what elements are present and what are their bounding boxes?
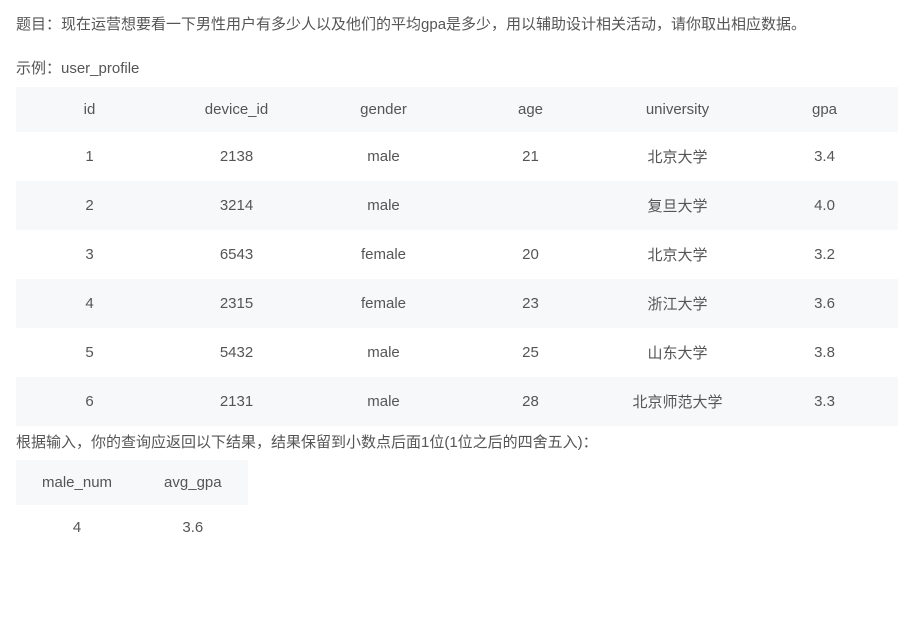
cell: 3 [16,230,163,279]
table-row: 2 3214 male 复旦大学 4.0 [16,181,898,230]
result-table: male_num avg_gpa 4 3.6 [16,460,248,550]
cell: 北京师范大学 [604,377,751,426]
example-label: 示例：user_profile [16,56,898,82]
cell: 23 [457,279,604,328]
table-row: 6 2131 male 28 北京师范大学 3.3 [16,377,898,426]
cell: 3214 [163,181,310,230]
cell: 1 [16,132,163,181]
cell: 2 [16,181,163,230]
cell: male [310,132,457,181]
cell: male [310,328,457,377]
col-male-num: male_num [16,460,138,505]
cell: 6 [16,377,163,426]
cell: 北京大学 [604,132,751,181]
cell: 3.8 [751,328,898,377]
cell: 2138 [163,132,310,181]
col-device-id: device_id [163,87,310,132]
col-gpa: gpa [751,87,898,132]
cell: 21 [457,132,604,181]
cell: 复旦大学 [604,181,751,230]
table-header-row: male_num avg_gpa [16,460,248,505]
cell: 4.0 [751,181,898,230]
cell: 2315 [163,279,310,328]
col-avg-gpa: avg_gpa [138,460,248,505]
cell: 4 [16,505,138,550]
table-row: 3 6543 female 20 北京大学 3.2 [16,230,898,279]
question-text: 题目：现在运营想要看一下男性用户有多少人以及他们的平均gpa是多少，用以辅助设计… [16,12,898,38]
cell: 3.6 [751,279,898,328]
example-table: id device_id gender age university gpa 1… [16,87,898,426]
table-row: 5 5432 male 25 山东大学 3.8 [16,328,898,377]
cell: 2131 [163,377,310,426]
cell: female [310,230,457,279]
table-header-row: id device_id gender age university gpa [16,87,898,132]
cell: 6543 [163,230,310,279]
cell: 5 [16,328,163,377]
cell: 3.4 [751,132,898,181]
col-id: id [16,87,163,132]
cell: 北京大学 [604,230,751,279]
cell: male [310,377,457,426]
cell: 5432 [163,328,310,377]
cell: 4 [16,279,163,328]
col-gender: gender [310,87,457,132]
cell: 浙江大学 [604,279,751,328]
cell: female [310,279,457,328]
cell: 山东大学 [604,328,751,377]
table-row: 4 2315 female 23 浙江大学 3.6 [16,279,898,328]
cell: 3.6 [138,505,248,550]
cell: 20 [457,230,604,279]
cell: 28 [457,377,604,426]
question-body: 现在运营想要看一下男性用户有多少人以及他们的平均gpa是多少，用以辅助设计相关活… [61,16,806,33]
cell: 3.3 [751,377,898,426]
result-description: 根据输入，你的查询应返回以下结果，结果保留到小数点后面1位(1位之后的四舍五入)… [16,430,898,456]
col-age: age [457,87,604,132]
question-prefix: 题目： [16,16,61,33]
cell [457,181,604,230]
cell: 3.2 [751,230,898,279]
col-university: university [604,87,751,132]
table-row: 4 3.6 [16,505,248,550]
cell: male [310,181,457,230]
cell: 25 [457,328,604,377]
table-row: 1 2138 male 21 北京大学 3.4 [16,132,898,181]
